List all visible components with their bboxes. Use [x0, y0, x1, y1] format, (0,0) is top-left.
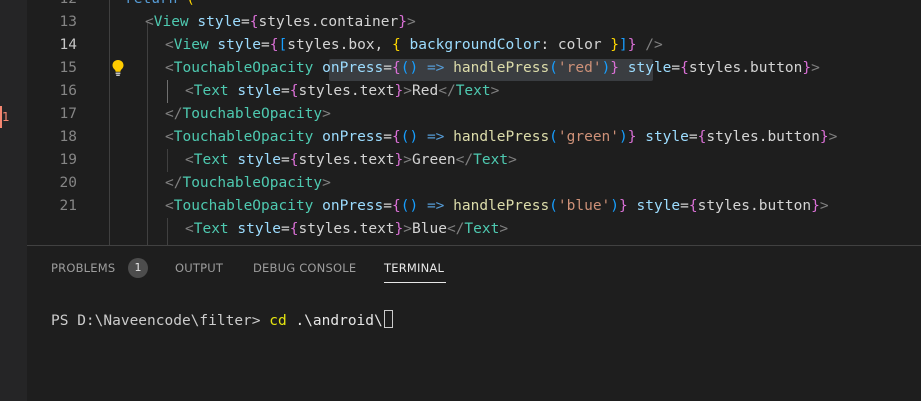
code-line: return (	[125, 0, 195, 11]
terminal-command: cd	[269, 313, 287, 329]
terminal-prompt: PS D:\Naveencode\filter>	[51, 313, 270, 329]
indent-guide-active	[167, 80, 168, 103]
code-line: <Text style={styles.text}>Blue</Text>	[185, 221, 509, 237]
line-number-active: 14	[59, 37, 77, 53]
code-line: <TouchableOpacity onPress={() => handleP…	[165, 129, 838, 145]
indent-guide	[167, 218, 168, 245]
line-number: 18	[59, 129, 77, 145]
panel-tabs: PROBLEMS 1 OUTPUT DEBUG CONSOLE TERMINAL	[27, 246, 921, 290]
terminal-argument: .\android\	[286, 313, 383, 329]
tab-terminal[interactable]: TERMINAL	[384, 261, 444, 275]
active-tab-indicator	[384, 282, 446, 283]
tab-debug-console[interactable]: DEBUG CONSOLE	[253, 261, 356, 275]
tab-output[interactable]: OUTPUT	[175, 261, 223, 275]
code-editor[interactable]: 12 13 14 15 16 17 18 19 20 21 return ( <…	[27, 0, 921, 245]
indent-guide	[147, 23, 148, 245]
line-number: 16	[59, 83, 77, 99]
code-line: <View style={styles.container}>	[145, 14, 416, 30]
line-number: 12	[27, 0, 77, 11]
tab-problems[interactable]: PROBLEMS	[51, 261, 115, 275]
bottom-panel: PROBLEMS 1 OUTPUT DEBUG CONSOLE TERMINAL…	[27, 245, 921, 401]
code-line: </TouchableOpacity>	[165, 106, 331, 122]
lightbulb-icon[interactable]	[111, 59, 125, 77]
line-number: 13	[59, 14, 77, 30]
code-line: <Text style={styles.text}>Green</Text>	[185, 152, 517, 168]
activity-strip	[0, 0, 27, 401]
indent-guide	[109, 0, 110, 245]
terminal-cursor	[383, 310, 393, 328]
scm-badge[interactable]: 1	[0, 106, 27, 128]
code-line-active: <TouchableOpacity onPress={() => handleP…	[165, 60, 820, 76]
code-line: <View style={[styles.box, { backgroundCo…	[165, 37, 663, 53]
line-number: 15	[59, 60, 77, 76]
code-line: <Text style={styles.text}>Red</Text>	[185, 83, 500, 99]
terminal-output[interactable]: PS D:\Naveencode\filter> cd .\android\	[51, 310, 393, 332]
problems-count-badge: 1	[128, 258, 148, 278]
line-number: 19	[59, 152, 77, 168]
indent-guide	[167, 149, 168, 172]
line-number: 20	[59, 175, 77, 191]
line-number: 17	[59, 106, 77, 122]
code-line: <TouchableOpacity onPress={() => handleP…	[165, 198, 829, 214]
line-number: 21	[59, 198, 77, 214]
line-number-gutter: 12 13 14 15 16 17 18 19 20 21	[27, 0, 87, 245]
code-line: </TouchableOpacity>	[165, 175, 331, 191]
